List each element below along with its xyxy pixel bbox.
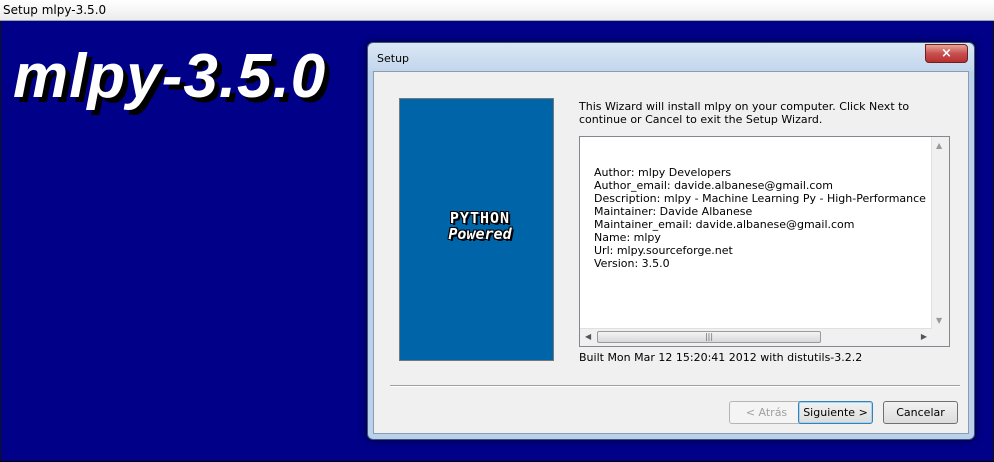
outer-window-titlebar: Setup mlpy-3.5.0 [0, 0, 994, 21]
info-line: Maintainer_email: davide.albanese@gmail.… [594, 218, 855, 231]
dialog-client-area: PYTHON Powered This Wizard will install … [373, 71, 969, 434]
info-line: Url: mlpy.sourceforge.net [594, 244, 733, 257]
scroll-up-arrow-icon[interactable]: ▲ [936, 141, 942, 150]
info-line: Description: mlpy - Machine Learning Py … [594, 192, 930, 205]
back-button[interactable]: < Atrás [729, 401, 804, 424]
dialog-titlebar[interactable]: Setup [368, 43, 974, 71]
info-line: Version: 3.5.0 [594, 257, 670, 270]
vertical-scrollbar[interactable]: ▲ ▼ [931, 137, 949, 329]
logo-line-1: PYTHON [449, 209, 511, 227]
package-info-box[interactable]: Author: mlpy Developers Author_email: da… [579, 136, 950, 347]
outer-window-title: Setup mlpy-3.5.0 [3, 3, 107, 17]
scrollbar-corner [932, 329, 949, 346]
cancel-button[interactable]: Cancelar [883, 401, 958, 424]
intro-text: This Wizard will install mlpy on your co… [579, 100, 910, 126]
dialog-title: Setup [377, 52, 410, 65]
built-info: Built Mon Mar 12 15:20:41 2012 with dist… [579, 351, 863, 364]
scroll-right-arrow-icon[interactable]: ▶ [921, 332, 927, 341]
logo-line-2: Powered [448, 225, 512, 243]
close-icon: × [941, 46, 952, 61]
horizontal-scrollbar[interactable]: ◀ ||| ▶ [580, 328, 932, 346]
scroll-left-arrow-icon[interactable]: ◀ [585, 332, 591, 341]
wizard-side-image: PYTHON Powered [399, 98, 554, 361]
next-button[interactable]: Siguiente > [798, 401, 873, 424]
python-powered-logo: PYTHON Powered [437, 210, 523, 244]
package-info-lines: Author: mlpy Developers Author_email: da… [594, 166, 930, 270]
info-line: Author_email: davide.albanese@gmail.com [594, 179, 833, 192]
separator [390, 385, 960, 387]
info-line: Name: mlpy [594, 231, 661, 244]
horizontal-scroll-thumb[interactable]: ||| [597, 331, 821, 343]
setup-dialog: Setup × PYTHON Powered This Wizard will … [367, 42, 975, 440]
info-line: Maintainer: Davide Albanese [594, 205, 753, 218]
close-button[interactable]: × [925, 44, 968, 63]
scroll-down-arrow-icon[interactable]: ▼ [936, 316, 942, 325]
info-line: Author: mlpy Developers [594, 166, 732, 179]
banner-title: mlpy-3.5.0 [13, 42, 327, 111]
